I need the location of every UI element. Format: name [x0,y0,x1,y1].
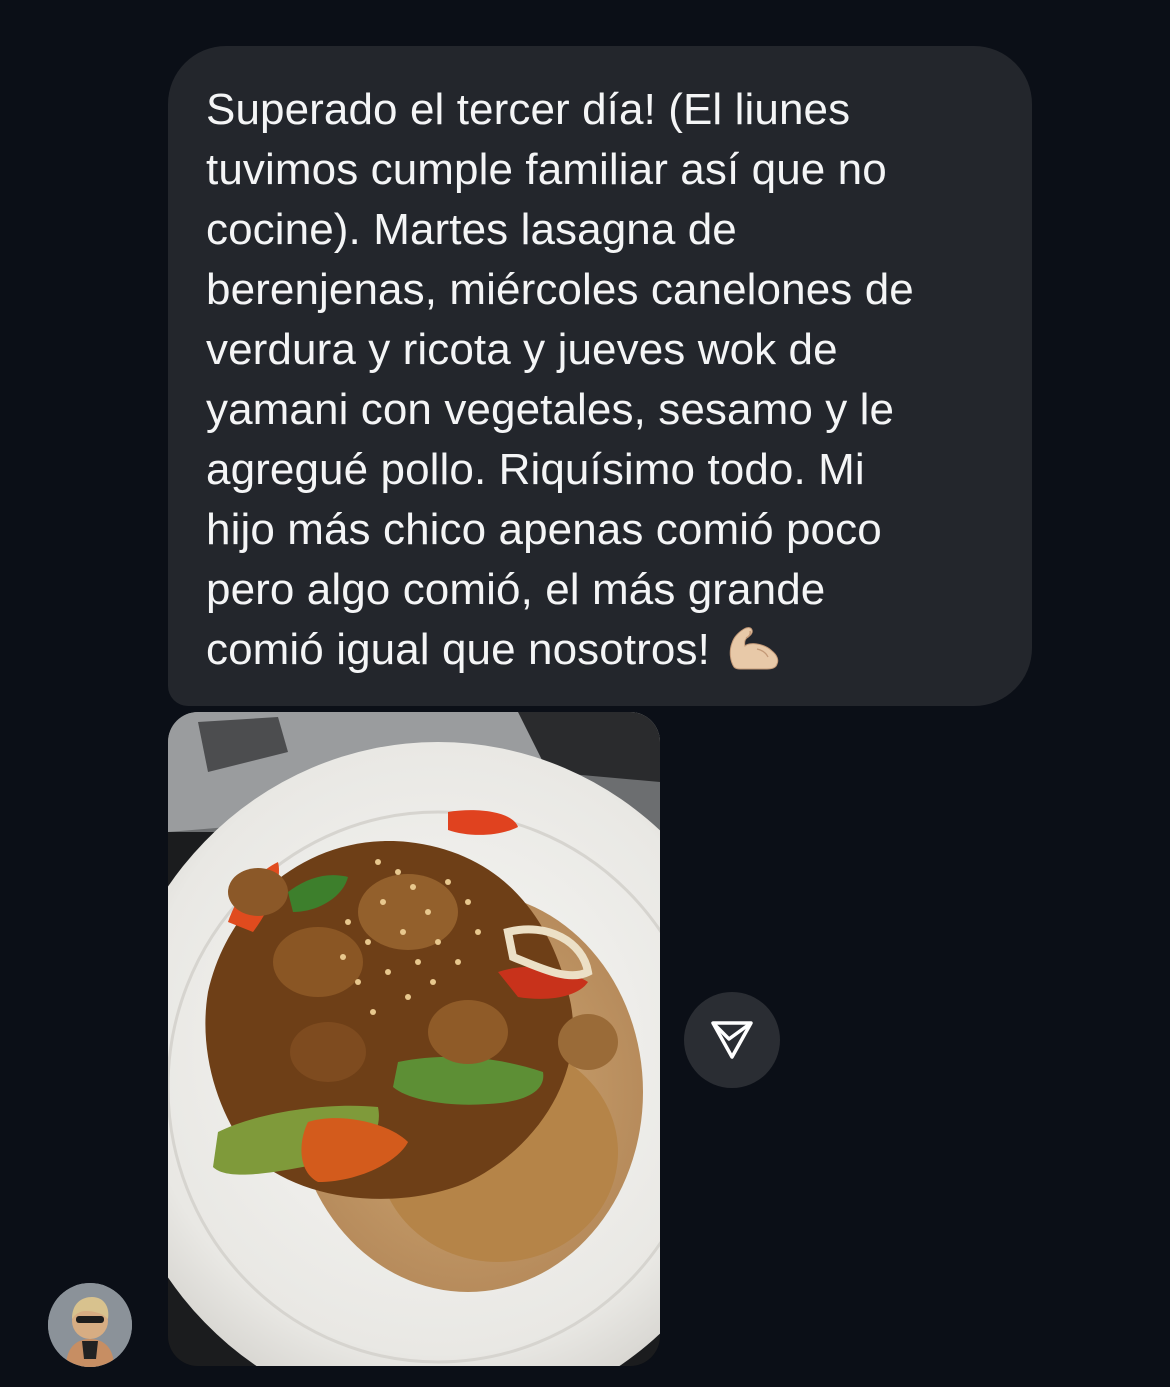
food-photo[interactable] [168,712,660,1366]
flexed-biceps-icon [724,625,784,671]
message-bubble[interactable]: Superado el tercer día! (El liunes tuvim… [168,46,1032,706]
sender-avatar[interactable] [48,1283,132,1367]
avatar-icon [48,1283,132,1367]
message-text: Superado el tercer día! (El liunes tuvim… [206,80,996,680]
message-text-content: Superado el tercer día! (El liunes tuvim… [206,85,914,674]
chat-screen: Superado el tercer día! (El liunes tuvim… [0,0,1170,1387]
food-photo-icon [168,712,660,1366]
send-icon [711,1021,753,1059]
share-button[interactable] [684,992,780,1088]
